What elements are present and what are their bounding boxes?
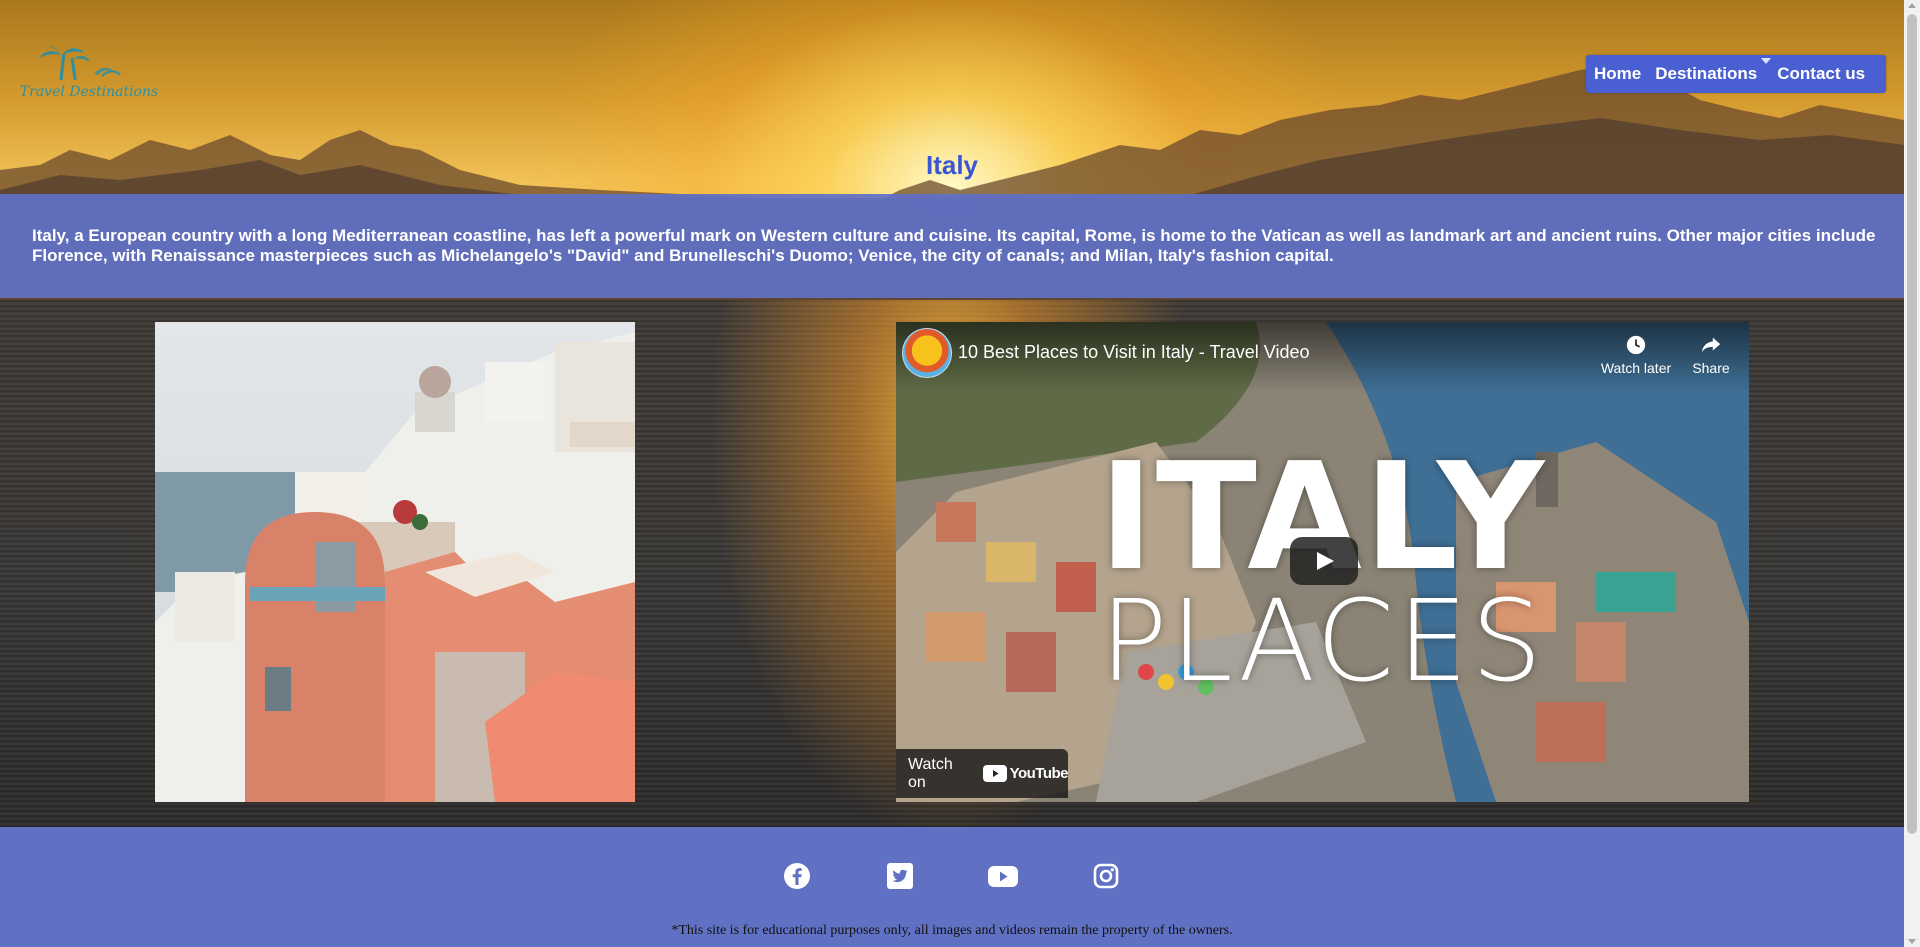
logo-text: Travel Destinations [19, 84, 159, 100]
scroll-up-arrow-icon[interactable] [1908, 3, 1916, 8]
video-embed[interactable]: 10 Best Places to Visit in Italy - Trave… [896, 322, 1749, 802]
watch-on-youtube-button[interactable]: Watch on YouTube [896, 749, 1069, 798]
nav-destinations-label: Destinations [1655, 64, 1758, 83]
caret-down-icon [1761, 58, 1772, 64]
main-nav: Home Destinations Contact us [1586, 55, 1886, 93]
nav-home-link[interactable]: Home [1594, 64, 1641, 84]
youtube-icon[interactable] [987, 862, 1019, 892]
description-band: Italy, a European country with a long Me… [0, 194, 1904, 298]
twitter-icon[interactable] [886, 862, 916, 892]
share-arrow-icon [1701, 337, 1721, 353]
scroll-thumb[interactable] [1907, 14, 1917, 834]
channel-avatar[interactable] [902, 328, 952, 378]
play-button[interactable] [1290, 537, 1358, 585]
youtube-logo: YouTube [982, 765, 1069, 782]
share-button[interactable]: Share [1671, 334, 1749, 376]
page-scrollbar[interactable] [1904, 0, 1920, 947]
photo-illustration [155, 322, 635, 802]
footer-disclaimer: *This site is for educational purposes o… [671, 923, 1233, 938]
nav-contact-link[interactable]: Contact us [1777, 64, 1865, 84]
video-title[interactable]: 10 Best Places to Visit in Italy - Trave… [958, 342, 1310, 363]
nav-destinations-dropdown[interactable]: Destinations [1655, 58, 1772, 84]
youtube-wordmark: YouTube [1009, 765, 1069, 782]
watch-later-button[interactable]: Watch later [1596, 334, 1676, 376]
destination-description: Italy, a European country with a long Me… [32, 226, 1876, 265]
instagram-icon[interactable] [1092, 862, 1122, 892]
youtube-play-icon [982, 765, 1007, 782]
share-label: Share [1692, 360, 1730, 376]
palm-tree-icon [40, 46, 121, 81]
watch-on-label: Watch on [908, 755, 953, 791]
page-title: Italy [925, 150, 979, 180]
watch-later-label: Watch later [1600, 360, 1672, 376]
scroll-down-arrow-icon[interactable] [1908, 939, 1916, 944]
thumbnail-overlay-places: PLACES [1099, 577, 1546, 707]
facebook-icon[interactable] [783, 862, 813, 892]
site-logo[interactable]: Travel Destinations [14, 44, 164, 100]
destination-photo [155, 322, 635, 802]
site-footer: *This site is for educational purposes o… [0, 827, 1904, 947]
clock-icon [1626, 335, 1646, 355]
